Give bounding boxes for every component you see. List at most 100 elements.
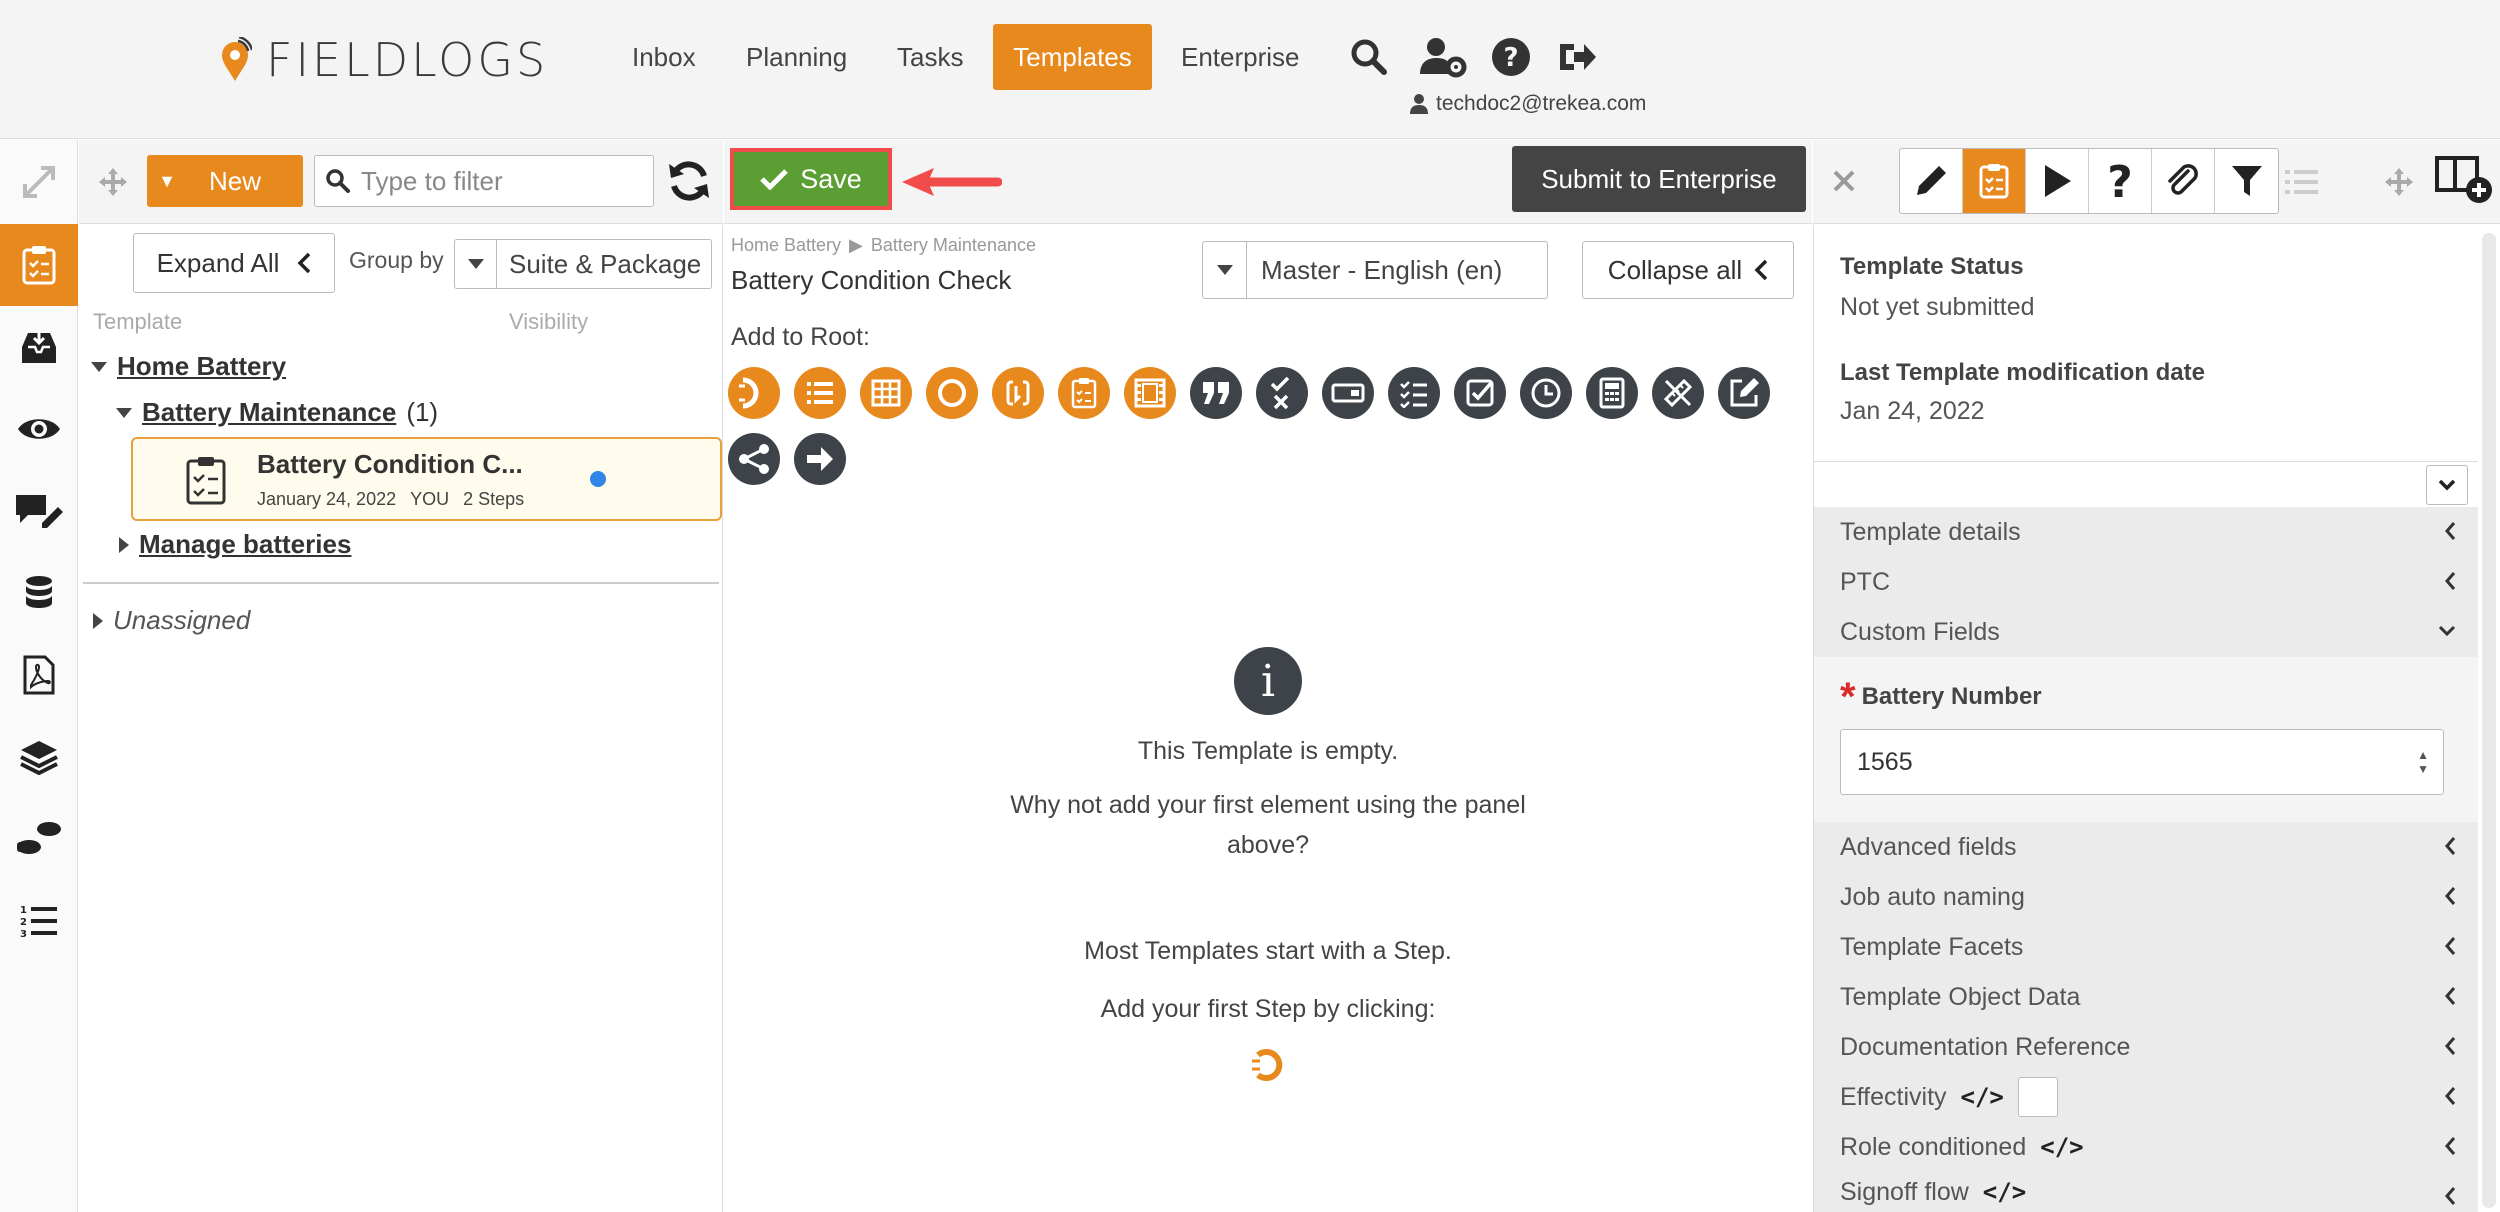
close-icon[interactable] xyxy=(1831,168,1857,194)
code-icon: </> xyxy=(2040,1133,2084,1161)
add-multi-check-button[interactable] xyxy=(1388,367,1440,419)
add-media-button[interactable] xyxy=(1124,367,1176,419)
add-list-button[interactable] xyxy=(794,367,846,419)
add-calculation-button[interactable] xyxy=(1586,367,1638,419)
rail-layers[interactable] xyxy=(0,716,78,798)
add-step-button[interactable] xyxy=(728,367,780,419)
section-documentation-reference[interactable]: Documentation Reference xyxy=(1814,1022,2478,1072)
section-custom-fields[interactable]: Custom Fields xyxy=(1814,607,2478,657)
rail-inbox[interactable] xyxy=(0,306,78,388)
stepper-arrows-icon[interactable]: ▲ ▼ xyxy=(2417,748,2429,776)
toggle-all-sections-button[interactable] xyxy=(2426,465,2468,505)
add-measure-button[interactable] xyxy=(1652,367,1704,419)
filter-tool[interactable] xyxy=(2215,149,2278,213)
add-first-step-icon[interactable] xyxy=(1248,1045,1288,1085)
filter-input[interactable] xyxy=(361,165,641,197)
caret-down-icon xyxy=(1203,242,1247,298)
add-circle-button[interactable] xyxy=(926,367,978,419)
rail-templates[interactable] xyxy=(0,224,78,306)
user-settings-icon[interactable] xyxy=(1418,34,1470,80)
rail-review[interactable] xyxy=(0,388,78,470)
add-loop-button[interactable] xyxy=(992,367,1044,419)
brand-logo[interactable]: FIELDLOGS xyxy=(218,32,548,88)
chevron-left-icon xyxy=(2445,1037,2456,1055)
group-by-select[interactable]: Suite & Package xyxy=(454,239,712,289)
add-checklist-button[interactable] xyxy=(1058,367,1110,419)
help-tool[interactable]: ? xyxy=(2089,149,2152,213)
add-signoff-button[interactable] xyxy=(1718,367,1770,419)
clipboard-checklist-icon xyxy=(186,457,226,505)
add-checkbox-button[interactable] xyxy=(1454,367,1506,419)
add-table-button[interactable] xyxy=(860,367,912,419)
drag-handle-icon[interactable] xyxy=(97,166,129,198)
submit-to-enterprise-button[interactable]: Submit to Enterprise xyxy=(1512,146,1806,212)
save-button[interactable]: Save xyxy=(730,148,892,210)
add-check-fail-button[interactable] xyxy=(1256,367,1308,419)
user-icon xyxy=(1410,94,1428,114)
edit-tool[interactable] xyxy=(1900,149,1963,213)
add-branch-button[interactable] xyxy=(728,433,780,485)
breadcrumb-package[interactable]: Battery Maintenance xyxy=(871,235,1036,256)
add-time-button[interactable] xyxy=(1520,367,1572,419)
nav-inbox[interactable]: Inbox xyxy=(612,24,716,90)
new-template-button[interactable]: ▼ New xyxy=(147,155,303,207)
svg-text:1: 1 xyxy=(20,905,27,916)
attachments-tool[interactable] xyxy=(2152,149,2215,213)
nav-enterprise[interactable]: Enterprise xyxy=(1161,24,1320,90)
rail-pdf[interactable] xyxy=(0,634,78,716)
drag-handle-icon[interactable] xyxy=(2383,166,2415,198)
help-icon[interactable]: ? xyxy=(1488,34,1534,80)
nav-planning[interactable]: Planning xyxy=(726,24,867,90)
search-icon[interactable] xyxy=(1346,34,1392,80)
section-label: Effectivity xyxy=(1840,1082,1947,1111)
rail-list[interactable]: 1 2 3 xyxy=(0,880,78,962)
nav-tasks[interactable]: Tasks xyxy=(877,24,983,90)
rail-resize[interactable] xyxy=(0,140,78,224)
section-signoff-flow[interactable]: Signoff flow </> xyxy=(1814,1172,2478,1212)
package2-name[interactable]: Manage batteries xyxy=(139,529,351,560)
run-tool[interactable] xyxy=(2026,149,2089,213)
tree-package2-row[interactable]: Manage batteries xyxy=(119,529,351,560)
tree-item-selected[interactable]: Battery Condition C... January 24, 2022 … xyxy=(131,437,722,521)
scrollbar[interactable] xyxy=(2482,233,2496,1208)
logout-icon[interactable] xyxy=(1554,34,1600,80)
collapse-all-button[interactable]: Collapse all xyxy=(1582,241,1794,299)
tree-unassigned-row[interactable]: Unassigned xyxy=(93,605,250,636)
list-icon[interactable] xyxy=(2285,168,2319,196)
tree-suite-row[interactable]: Home Battery xyxy=(91,351,286,382)
add-goto-button[interactable] xyxy=(794,433,846,485)
refresh-icon[interactable] xyxy=(666,158,712,204)
top-header: FIELDLOGS Inbox Planning Tasks Templates… xyxy=(0,0,2500,139)
package-name[interactable]: Battery Maintenance xyxy=(142,397,396,428)
modified-date-value: Jan 24, 2022 xyxy=(1840,397,1985,425)
edit-square-icon xyxy=(1730,378,1759,407)
add-panel-icon[interactable] xyxy=(2435,154,2495,206)
section-effectivity[interactable]: Effectivity </> xyxy=(1814,1072,2478,1122)
section-label: PTC xyxy=(1840,567,1890,596)
section-ptc[interactable]: PTC xyxy=(1814,557,2478,607)
section-label: Advanced fields xyxy=(1840,832,2017,861)
effectivity-checkbox[interactable] xyxy=(2017,1077,2058,1117)
add-input-button[interactable] xyxy=(1322,367,1374,419)
suite-name[interactable]: Home Battery xyxy=(117,351,286,382)
rail-data[interactable] xyxy=(0,552,78,634)
calculator-icon xyxy=(1599,377,1625,409)
battery-number-input[interactable]: 1565 ▲ ▼ xyxy=(1840,729,2444,795)
breadcrumb-suite[interactable]: Home Battery xyxy=(731,235,841,256)
section-template-object-data[interactable]: Template Object Data xyxy=(1814,972,2478,1022)
tree-package-row[interactable]: Battery Maintenance (1) xyxy=(116,397,438,428)
section-template-facets[interactable]: Template Facets xyxy=(1814,922,2478,972)
nav-templates[interactable]: Templates xyxy=(993,24,1152,90)
section-label: Role conditioned xyxy=(1840,1132,2027,1161)
rail-steps[interactable] xyxy=(0,798,78,880)
rail-comments[interactable] xyxy=(0,470,78,552)
section-role-conditioned[interactable]: Role conditioned </> xyxy=(1814,1122,2478,1172)
section-job-auto-naming[interactable]: Job auto naming xyxy=(1814,872,2478,922)
section-advanced-fields[interactable]: Advanced fields xyxy=(1814,822,2478,872)
section-template-details[interactable]: Template details xyxy=(1814,507,2478,557)
language-select[interactable]: Master - English (en) xyxy=(1202,241,1548,299)
expand-all-button[interactable]: Expand All xyxy=(133,233,335,293)
template-tool[interactable] xyxy=(1963,149,2026,213)
add-quote-button[interactable] xyxy=(1190,367,1242,419)
group-by-label: Group by xyxy=(349,247,444,273)
